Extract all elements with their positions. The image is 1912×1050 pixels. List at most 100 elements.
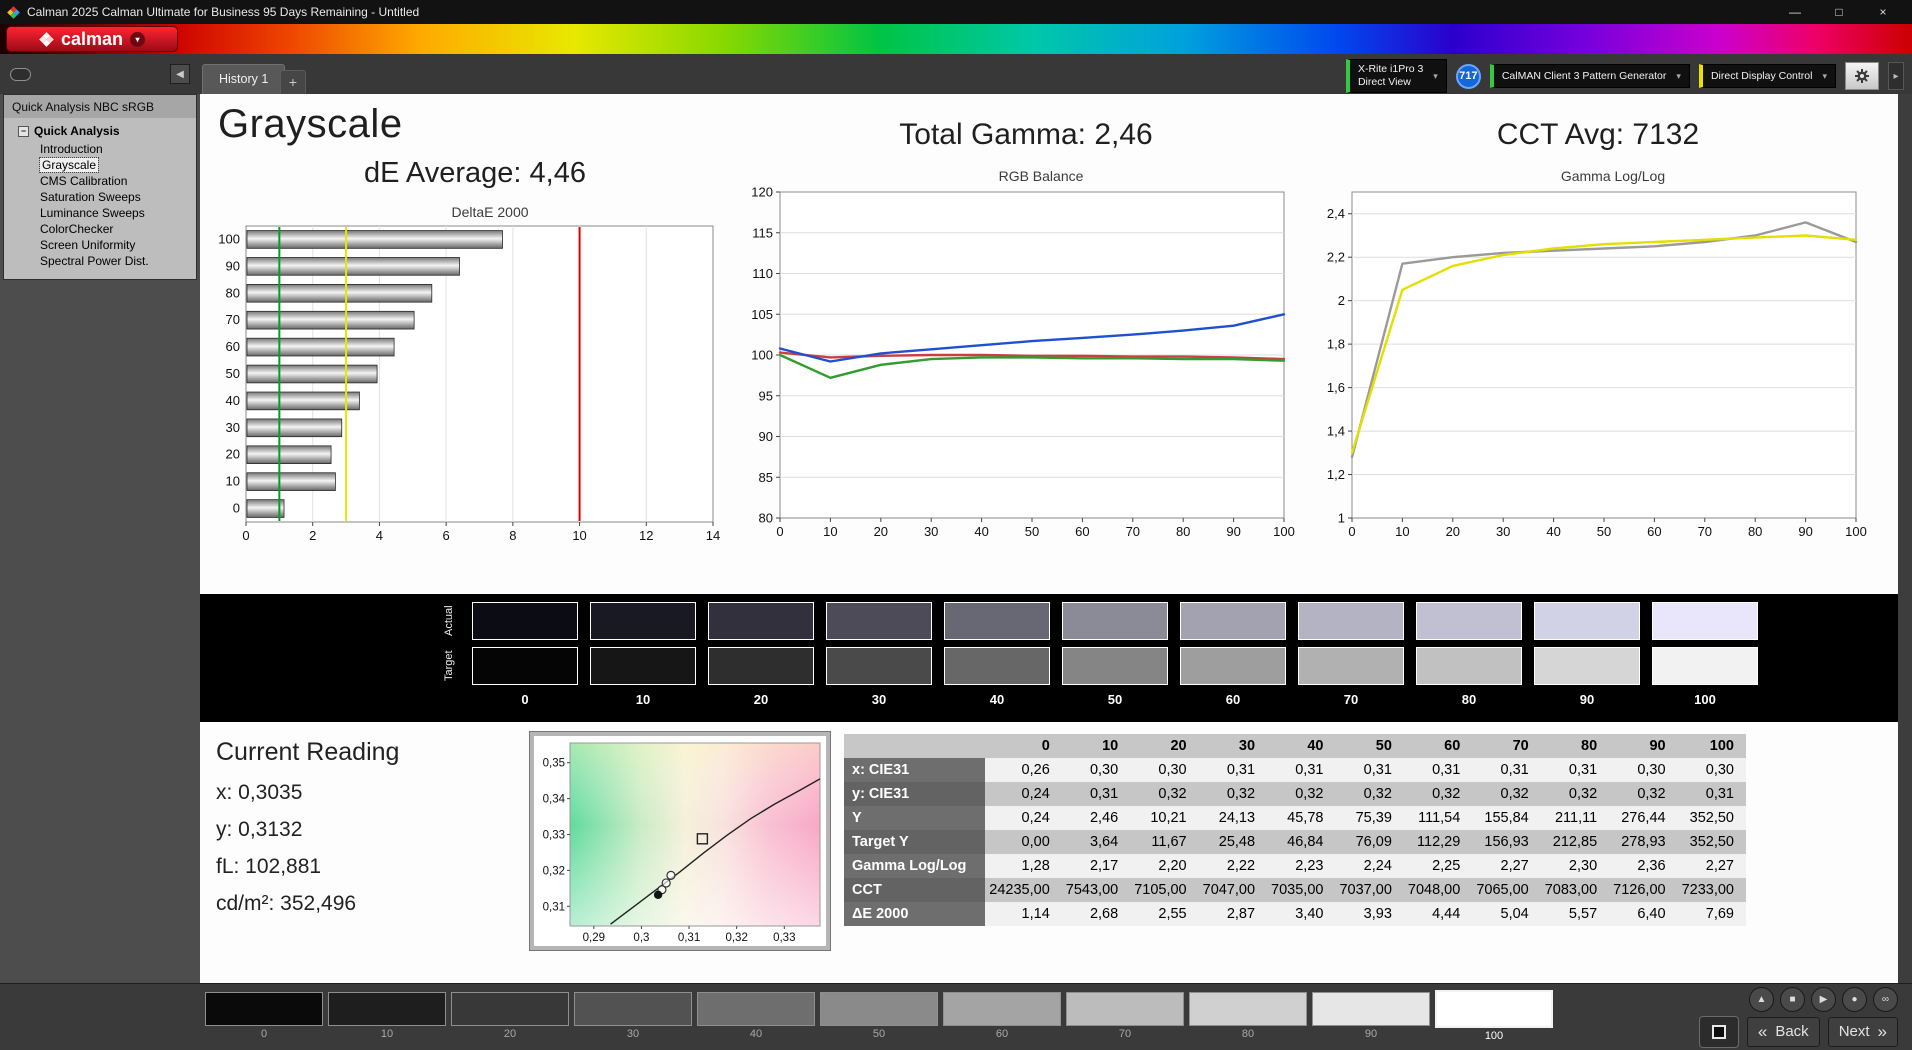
svg-text:100: 100 [751,348,773,363]
workflow-oval-button[interactable] [10,68,31,81]
eject-button[interactable]: ▲ [1749,987,1774,1012]
svg-text:8: 8 [509,528,516,543]
sidebar-item-colorchecker[interactable]: ColorChecker [4,221,196,237]
pattern-button-50[interactable]: 50 [820,992,938,1040]
current-reading-title: Current Reading [216,738,516,767]
sidebar-item-grayscale[interactable]: Grayscale [4,157,196,173]
column-header: 90 [1609,734,1677,758]
svg-text:60: 60 [1647,524,1661,539]
stop-button[interactable]: ■ [1780,987,1805,1012]
device-controls: X-Rite i1Pro 3 Direct View ▾ 717 CalMAN … [1346,59,1904,93]
deltae-chart-title: DeltaE 2000 [240,204,740,220]
maximize-button[interactable]: □ [1817,0,1861,24]
current-cd: cd/m²: 352,496 [216,892,516,916]
charts-row: Grayscale dE Average: 4,46 DeltaE 2000 0… [200,94,1898,594]
back-button[interactable]: « Back [1747,1017,1820,1047]
meter-count-badge[interactable]: 717 [1456,64,1481,89]
add-tab-button[interactable]: + [280,70,306,94]
svg-text:0,35: 0,35 [543,758,565,770]
column-header: 70 [1472,734,1540,758]
chevron-down-icon: ▾ [1433,71,1438,82]
svg-text:80: 80 [1176,524,1190,539]
svg-text:40: 40 [974,524,988,539]
target-row-label: Target [438,647,460,685]
actual-row-label: Actual [438,602,460,640]
display-control-dropdown[interactable]: Direct Display Control ▾ [1699,64,1836,88]
pattern-button-40[interactable]: 40 [697,992,815,1040]
level-label: 20 [708,692,814,712]
target-swatch-40 [944,647,1050,685]
svg-text:0,32: 0,32 [543,865,565,877]
svg-text:70: 70 [1698,524,1712,539]
svg-text:90: 90 [1226,524,1240,539]
current-x: x: 0,3035 [216,781,516,805]
loop-button[interactable]: ∞ [1873,987,1898,1012]
sidebar-item-introduction[interactable]: Introduction [4,141,196,157]
pattern-generator-dropdown[interactable]: CalMAN Client 3 Pattern Generator ▾ [1490,64,1690,88]
minimize-button[interactable]: — [1773,0,1817,24]
close-button[interactable]: × [1861,0,1905,24]
svg-text:10: 10 [226,474,240,489]
swatch-grid: ActualTarget0102030405060708090100 [438,602,1898,712]
pattern-window-button[interactable] [1699,1016,1739,1048]
pattern-button-60[interactable]: 60 [943,992,1061,1040]
pattern-button-20[interactable]: 20 [451,992,569,1040]
results-table-wrap: 0102030405060708090100x: CIE310,260,300,… [844,732,1746,950]
next-button[interactable]: Next » [1828,1017,1898,1047]
column-header: 100 [1678,734,1746,758]
panel-expand-button[interactable]: ▸ [1888,62,1904,90]
level-label: 50 [1062,692,1168,712]
logo-menu-chevron-icon[interactable]: ▾ [130,32,145,47]
sidebar-item-luminance-sweeps[interactable]: Luminance Sweeps [4,205,196,221]
results-table: 0102030405060708090100x: CIE310,260,300,… [844,734,1746,926]
actual-swatch-80 [1416,602,1522,640]
svg-text:1: 1 [1338,511,1345,526]
settings-gear-button[interactable] [1845,62,1879,90]
sidebar-item-screen-uniformity[interactable]: Screen Uniformity [4,237,196,253]
pattern-button-70[interactable]: 70 [1066,992,1184,1040]
column-header: 20 [1130,734,1198,758]
level-label: 70 [1298,692,1404,712]
pattern-button-10[interactable]: 10 [328,992,446,1040]
pattern-button-30[interactable]: 30 [574,992,692,1040]
svg-text:2,4: 2,4 [1327,206,1345,221]
svg-text:0,32: 0,32 [725,932,747,944]
svg-text:1,8: 1,8 [1327,337,1345,352]
target-swatch-100 [1652,647,1758,685]
tree-collapse-icon[interactable]: − [18,126,29,137]
gamma-chart-title: Gamma Log/Log [1342,168,1884,184]
current-fl: fL: 102,881 [216,855,516,879]
sidebar-item-saturation-sweeps[interactable]: Saturation Sweeps [4,189,196,205]
pattern-button-90[interactable]: 90 [1312,992,1430,1040]
svg-text:30: 30 [924,524,938,539]
meter-dropdown[interactable]: X-Rite i1Pro 3 Direct View ▾ [1346,59,1447,93]
svg-text:40: 40 [1546,524,1560,539]
sidebar-root-quick-analysis[interactable]: − Quick Analysis [4,122,196,141]
svg-text:90: 90 [1798,524,1812,539]
cct-avg-readout: CCT Avg: 7132 [1312,118,1884,152]
svg-text:110: 110 [752,266,773,281]
svg-text:0,3: 0,3 [633,932,649,944]
svg-text:0,34: 0,34 [543,794,566,806]
calman-logo[interactable]: calman ▾ [6,26,178,52]
table-row: Y0,242,4610,2124,1345,7875,39111,54155,8… [844,806,1746,830]
gamma-chart: 11,21,41,61,822,22,401020304050607080901… [1312,186,1870,546]
tab-history-1[interactable]: History 1 [202,64,285,94]
actual-swatch-100 [1652,602,1758,640]
pattern-button-0[interactable]: 0 [205,992,323,1040]
pattern-buttons: 0102030405060708090100 [205,992,1553,1042]
sidebar-collapse-button[interactable]: ◀ [170,64,190,84]
play-button[interactable]: ▶ [1811,987,1836,1012]
svg-text:50: 50 [1025,524,1039,539]
pattern-button-80[interactable]: 80 [1189,992,1307,1040]
target-swatch-90 [1534,647,1640,685]
transport-small-buttons: ▲■▶●∞ [1749,987,1898,1012]
bottom-bar: 0102030405060708090100 ▲■▶●∞ « Back Next… [0,983,1912,1050]
svg-text:10: 10 [572,528,586,543]
sidebar-item-spectral-power-dist[interactable]: Spectral Power Dist. [4,253,196,269]
pattern-button-100[interactable]: 100 [1435,992,1553,1042]
record-button[interactable]: ● [1842,987,1867,1012]
svg-text:50: 50 [1597,524,1611,539]
sidebar-item-cms-calibration[interactable]: CMS Calibration [4,173,196,189]
svg-text:115: 115 [752,225,773,240]
